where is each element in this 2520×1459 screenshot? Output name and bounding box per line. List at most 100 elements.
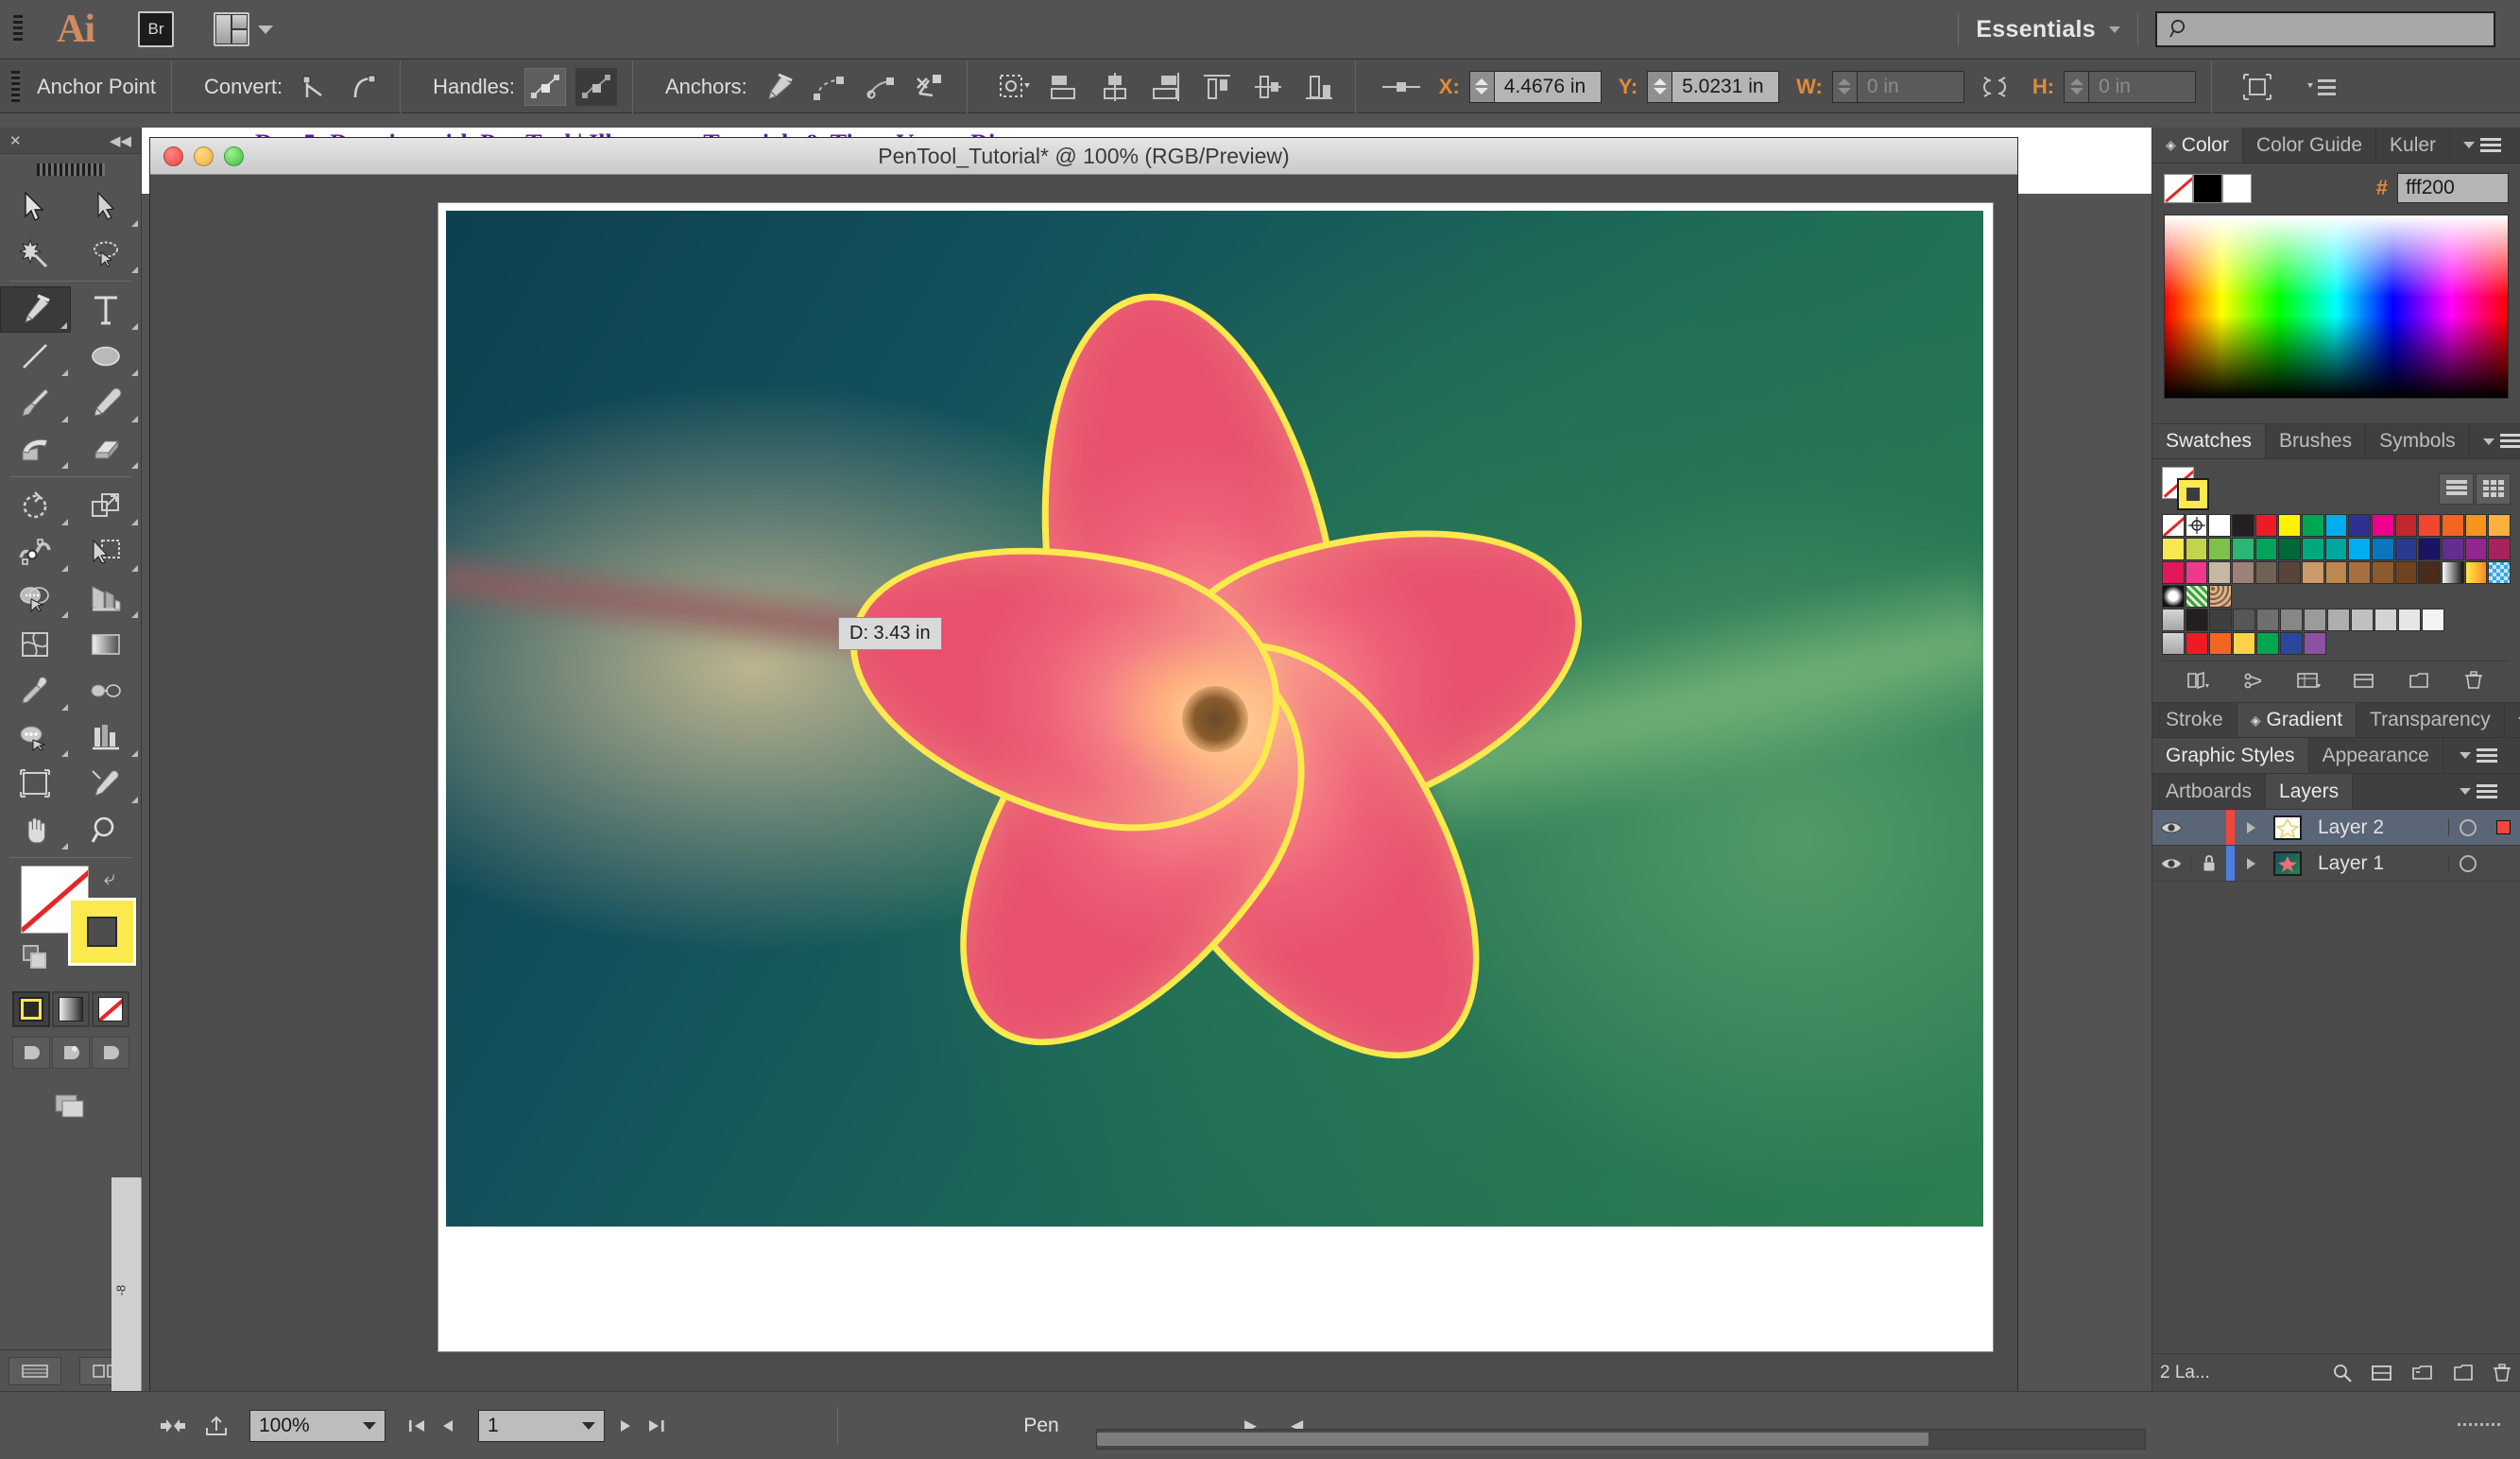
tool-flyout-indicator[interactable] [60,462,68,469]
swatch-fff200[interactable] [2278,514,2302,537]
line-segment-tool[interactable] [0,333,71,379]
swatch-fbd24a[interactable] [2233,632,2255,655]
isolate-path-icon[interactable] [910,68,951,106]
artboard-number-field[interactable] [478,1409,605,1442]
make-clipping-mask-icon[interactable] [2371,1363,2393,1383]
lasso-tool[interactable] [71,230,142,276]
tab-graphic-styles[interactable]: Graphic Styles [2152,738,2309,773]
swatch-gradient-white-black[interactable] [2442,561,2464,584]
direct-selection-tool[interactable] [71,183,142,230]
tool-flyout-indicator[interactable] [131,750,138,757]
tab-stroke[interactable]: Stroke [2152,703,2237,737]
search-input[interactable] [2191,18,2494,41]
swatch-f26522[interactable] [2442,514,2464,537]
tool-flyout-indicator[interactable] [131,416,138,422]
swatch-1b1464[interactable] [2418,538,2442,560]
tool-flyout-indicator[interactable] [131,369,138,376]
swatch-878787[interactable] [2280,609,2303,631]
y-position-field[interactable] [1647,70,1780,103]
swatch-f1472f[interactable] [2418,514,2442,537]
tool-flyout-indicator[interactable] [131,565,138,572]
cursor-key-icon[interactable] [151,1407,195,1445]
symbol-sprayer-tool[interactable] [0,713,71,760]
swatch-cd9a6b[interactable] [2302,561,2324,584]
new-color-group-icon[interactable] [2337,671,2391,690]
swatch-2b3990[interactable] [2394,538,2418,560]
arrange-documents-button[interactable] [214,12,273,46]
document-title-bar[interactable]: PenTool_Tutorial* @ 100% (RGB/Preview) [150,138,2017,175]
tools-footer-button-left[interactable] [9,1356,62,1385]
scale-tool[interactable] [71,482,142,528]
swatch-2e3192[interactable] [2348,514,2372,537]
swatch-c1272d[interactable] [2394,514,2418,537]
hide-handles-icon[interactable] [574,67,617,106]
show-handles-icon[interactable] [523,67,566,106]
control-bar-overflow-menu[interactable] [2301,68,2342,106]
tab-appearance[interactable]: Appearance [2309,738,2443,773]
convert-to-smooth-icon[interactable] [343,68,385,106]
layer-visibility-toggle[interactable] [2152,855,2190,872]
swatch-ed1c24[interactable] [2254,514,2278,537]
none-mode-button[interactable] [91,991,129,1027]
tab-gradient[interactable]: ◈ Gradient [2237,703,2357,737]
free-transform-tool[interactable] [71,528,142,575]
tool-flyout-indicator[interactable] [131,519,138,525]
tool-flyout-indicator[interactable] [60,416,68,422]
ellipse-tool[interactable] [71,333,142,379]
x-input[interactable] [1494,71,1601,102]
swatch-pattern-confetti[interactable] [2209,585,2232,608]
hand-tool[interactable] [0,806,71,852]
tab-kuler[interactable]: Kuler [2376,128,2451,163]
swatch-2b479d[interactable] [2280,632,2303,655]
swatch-ee3a8c[interactable] [2185,561,2208,584]
link-dimensions-icon[interactable] [1974,68,2015,106]
tool-flyout-indicator[interactable] [60,704,68,711]
swatch-00683a[interactable] [2278,538,2302,560]
swatch-92278f[interactable] [2464,538,2488,560]
x-stepper[interactable] [1469,71,1495,102]
swatch-libraries-menu-icon[interactable] [2171,671,2226,690]
height-stepper[interactable] [2065,71,2090,102]
pen-tool[interactable] [0,286,71,333]
tool-flyout-indicator[interactable] [131,220,138,227]
remove-anchor-pen-icon[interactable] [757,68,798,106]
tools-panel-close-icon[interactable]: ✕ [9,132,22,149]
layer-name[interactable]: Layer 2 [2308,816,2448,839]
swatch-bc8850[interactable] [2324,561,2348,584]
tool-flyout-indicator[interactable] [60,369,68,376]
layer-expand-arrow[interactable] [2235,820,2267,835]
tool-flyout-indicator[interactable] [60,750,68,757]
tool-flyout-indicator[interactable] [131,611,138,618]
layer-name[interactable]: Layer 1 [2308,852,2448,875]
connect-anchors-icon[interactable] [808,68,849,106]
swatch-c5b9a2[interactable] [2208,561,2232,584]
swatch-a7235f[interactable] [2488,538,2511,560]
swatch-9b9b9b[interactable] [2304,609,2326,631]
swatch-5a4338[interactable] [2278,561,2302,584]
tools-panel-header[interactable]: ✕ ◀◀ [0,128,141,154]
perspective-grid-tool[interactable] [71,575,142,621]
draw-inside-button[interactable] [91,1037,129,1069]
tool-flyout-indicator[interactable] [60,322,67,329]
swatch-aeaeae[interactable] [2327,609,2350,631]
swatch-a8703f[interactable] [2348,561,2372,584]
tab-swatches[interactable]: Swatches [2152,424,2267,458]
color-panel-menu-button[interactable] [2463,137,2511,153]
layers-panel-menu-button[interactable] [2460,783,2507,799]
color-spectrum[interactable] [2164,215,2509,399]
swatch-231f20[interactable] [2232,514,2254,537]
tab-color[interactable]: ◈ Color [2152,128,2243,163]
swatches-list-view-button[interactable] [2439,472,2474,505]
change-screen-mode-button[interactable] [50,1090,92,1122]
swatch-pattern-dot-glow[interactable] [2162,585,2185,608]
artboard-tool[interactable] [0,760,71,806]
panel-collapse-icon[interactable]: ◈ [2166,137,2176,153]
tool-flyout-indicator[interactable] [60,611,68,618]
swatch-662d91[interactable] [2442,538,2464,560]
align-top-icon[interactable] [1196,68,1238,106]
color-mode-button[interactable] [11,991,50,1027]
swatch-231f20[interactable] [2186,609,2208,631]
swatch-color-group[interactable] [2162,632,2185,655]
convert-to-corner-icon[interactable] [292,68,334,106]
swatch-9c8178[interactable] [2232,561,2254,584]
